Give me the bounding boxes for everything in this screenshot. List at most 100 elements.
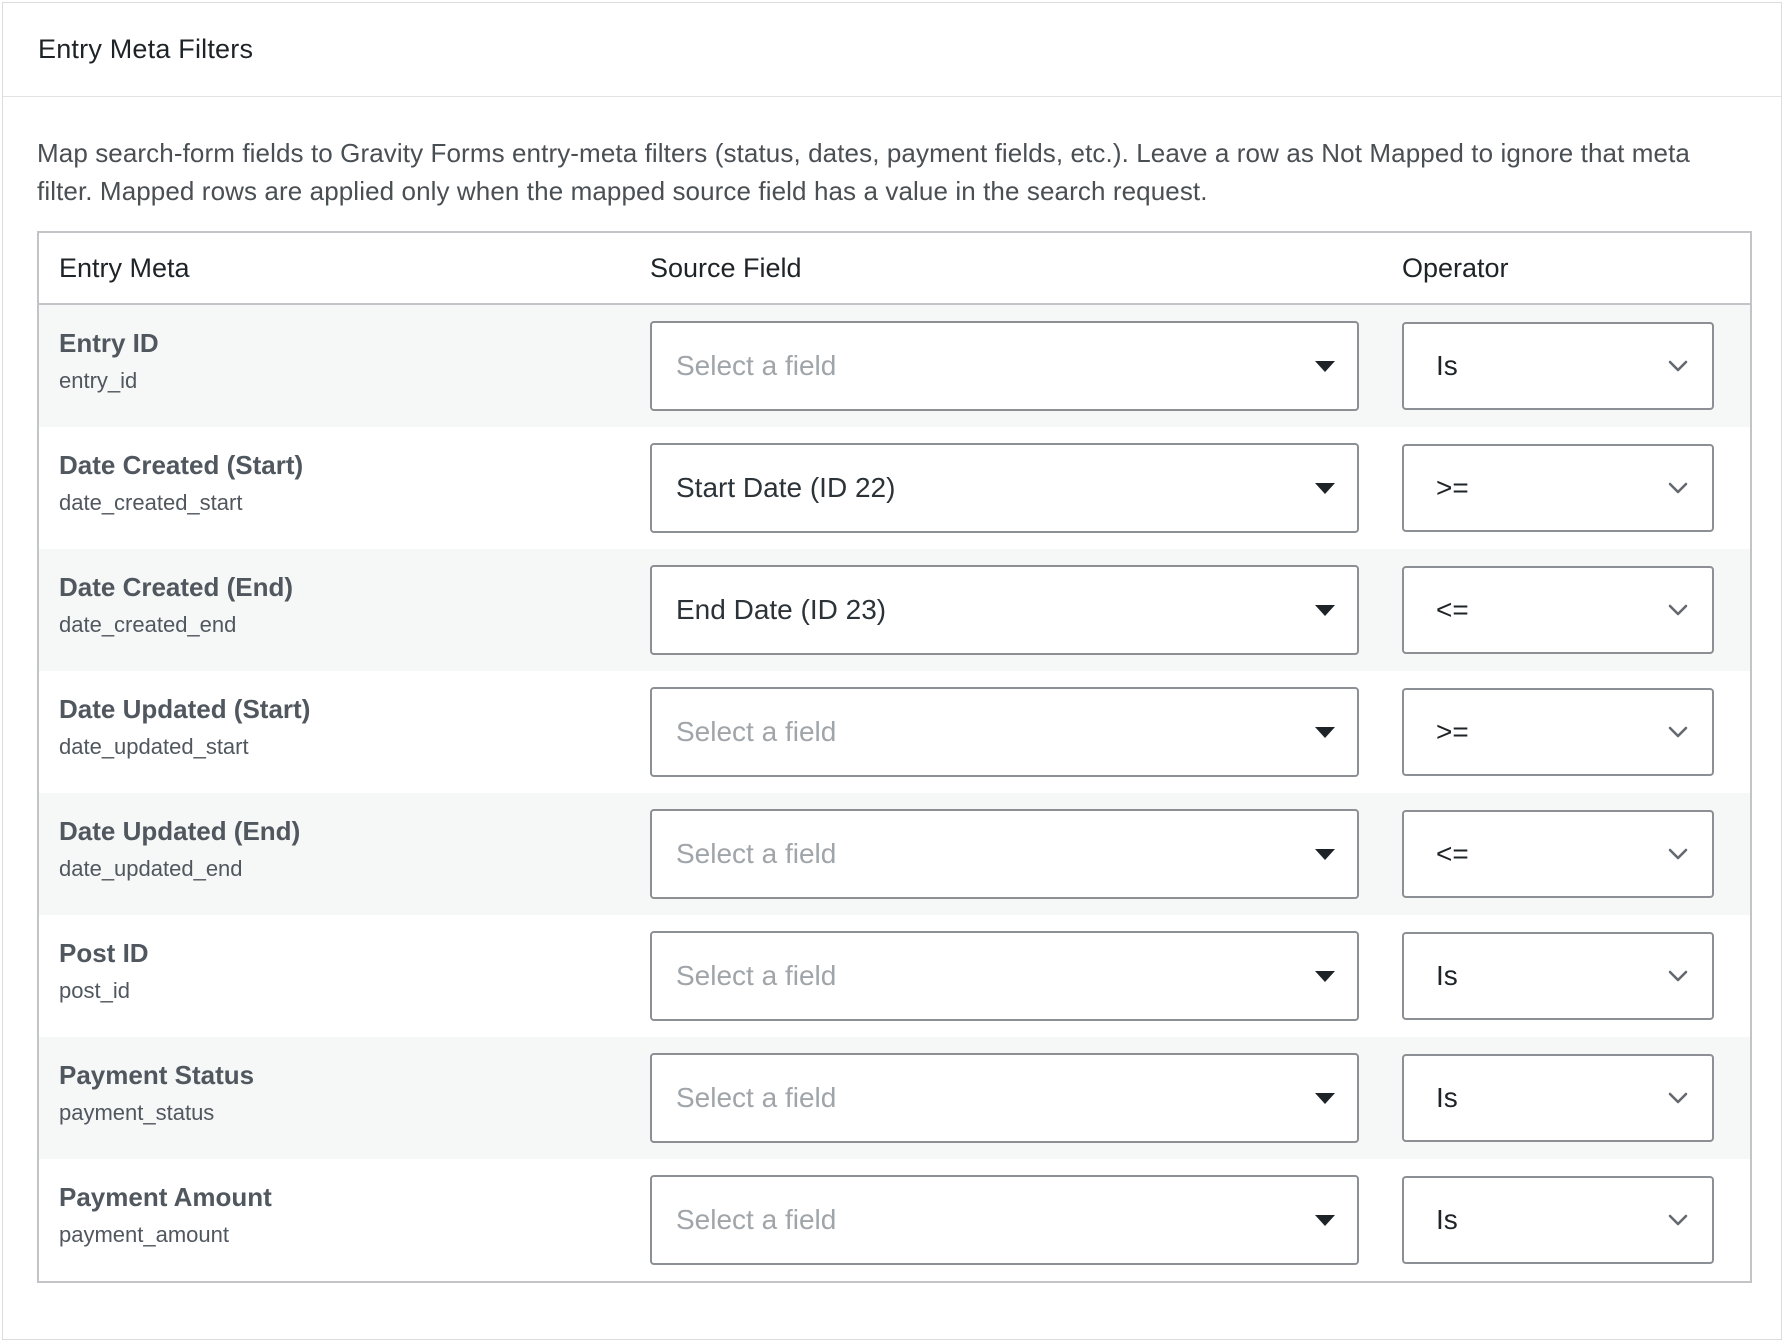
operator-cell: <=: [1402, 566, 1750, 654]
panel-header: Entry Meta Filters: [3, 3, 1781, 97]
source-field-select[interactable]: Select a field: [650, 809, 1359, 899]
column-header-entry-meta: Entry Meta: [59, 252, 190, 283]
entry-meta-cell: Post ID post_id: [39, 915, 650, 1005]
entry-meta-cell: Entry ID entry_id: [39, 305, 650, 395]
operator-cell: Is: [1402, 1054, 1750, 1142]
table-row-date-created-end: Date Created (End) date_created_end End Da…: [39, 549, 1750, 671]
entry-meta-label: Post ID: [59, 938, 149, 968]
caret-down-icon: [1315, 1215, 1335, 1226]
operator-select[interactable]: Is: [1402, 932, 1714, 1020]
operator-value: >=: [1436, 472, 1469, 503]
caret-down-icon: [1315, 483, 1335, 494]
operator-value: >=: [1436, 716, 1469, 747]
entry-meta-label: Payment Amount: [59, 1182, 272, 1212]
chevron-down-icon: [1668, 1214, 1688, 1226]
panel-title: Entry Meta Filters: [38, 34, 254, 64]
source-field-placeholder: Select a field: [676, 716, 837, 747]
caret-down-icon: [1315, 361, 1335, 372]
table-row-date-created-start: Date Created (Start) date_created_start St…: [39, 427, 1750, 549]
source-field-placeholder: Select a field: [676, 1082, 837, 1113]
operator-value: Is: [1436, 960, 1458, 991]
table-row-date-updated-start: Date Updated (Start) date_updated_start Se…: [39, 671, 1750, 793]
source-field-cell: Select a field: [650, 321, 1402, 411]
column-header-source-field: Source Field: [650, 252, 802, 283]
operator-value: <=: [1436, 594, 1469, 625]
source-field-select[interactable]: Select a field: [650, 931, 1359, 1021]
caret-down-icon: [1315, 727, 1335, 738]
chevron-down-icon: [1668, 848, 1688, 860]
entry-meta-key: date_created_start: [59, 490, 243, 515]
operator-value: <=: [1436, 838, 1469, 869]
operator-cell: >=: [1402, 444, 1750, 532]
caret-down-icon: [1315, 971, 1335, 982]
source-field-cell: Select a field: [650, 1053, 1402, 1143]
entry-meta-cell: Date Created (End) date_created_end: [39, 549, 650, 639]
entry-meta-label: Date Created (End): [59, 572, 294, 602]
source-field-select[interactable]: Select a field: [650, 1053, 1359, 1143]
chevron-down-icon: [1668, 970, 1688, 982]
table-body: Entry ID entry_id Select a field Is Date Cre…: [39, 305, 1750, 1281]
entry-meta-key: date_created_end: [59, 612, 237, 637]
entry-meta-label: Date Updated (Start): [59, 694, 311, 724]
source-field-select[interactable]: Select a field: [650, 1175, 1359, 1265]
source-field-cell: Select a field: [650, 931, 1402, 1021]
table-row-payment-status: Payment Status payment_status Select a fie…: [39, 1037, 1750, 1159]
source-field-cell: Select a field: [650, 809, 1402, 899]
entry-meta-label: Payment Status: [59, 1060, 255, 1090]
entry-meta-label: Date Updated (End): [59, 816, 301, 846]
caret-down-icon: [1315, 1093, 1335, 1104]
table-header-row: Entry Meta Source Field Operator: [39, 233, 1750, 305]
operator-value: Is: [1436, 350, 1458, 381]
source-field-cell: Start Date (ID 22): [650, 443, 1402, 533]
chevron-down-icon: [1668, 360, 1688, 372]
chevron-down-icon: [1668, 604, 1688, 616]
operator-cell: Is: [1402, 322, 1750, 410]
source-field-placeholder: Select a field: [676, 1204, 837, 1235]
entry-meta-label: Entry ID: [59, 328, 159, 358]
source-field-cell: Select a field: [650, 1175, 1402, 1265]
operator-select[interactable]: <=: [1402, 810, 1714, 898]
caret-down-icon: [1315, 605, 1335, 616]
entry-meta-key: post_id: [59, 978, 130, 1003]
column-header-operator: Operator: [1402, 252, 1509, 283]
chevron-down-icon: [1668, 726, 1688, 738]
entry-meta-label: Date Created (Start): [59, 450, 304, 480]
entry-meta-key: payment_amount: [59, 1222, 229, 1247]
source-field-value: End Date (ID 23): [676, 594, 887, 625]
source-field-select[interactable]: End Date (ID 23): [650, 565, 1359, 655]
source-field-select[interactable]: Select a field: [650, 321, 1359, 411]
source-field-cell: Select a field: [650, 687, 1402, 777]
source-field-placeholder: Select a field: [676, 838, 837, 869]
panel-description: Map search-form fields to Gravity Forms …: [37, 138, 1690, 206]
operator-select[interactable]: >=: [1402, 444, 1714, 532]
operator-select[interactable]: Is: [1402, 322, 1714, 410]
operator-select[interactable]: Is: [1402, 1176, 1714, 1264]
operator-select[interactable]: <=: [1402, 566, 1714, 654]
entry-meta-key: date_updated_start: [59, 734, 249, 759]
entry-meta-key: date_updated_end: [59, 856, 243, 881]
caret-down-icon: [1315, 849, 1335, 860]
operator-cell: >=: [1402, 688, 1750, 776]
table-row-post-id: Post ID post_id Select a field Is: [39, 915, 1750, 1037]
source-field-placeholder: Select a field: [676, 960, 837, 991]
table-row-date-updated-end: Date Updated (End) date_updated_end Select…: [39, 793, 1750, 915]
source-field-select[interactable]: Select a field: [650, 687, 1359, 777]
operator-cell: Is: [1402, 932, 1750, 1020]
entry-meta-filters-panel: Entry Meta Filters Map search-form field…: [2, 2, 1782, 1340]
table-row-entry-id: Entry ID entry_id Select a field Is: [39, 305, 1750, 427]
source-field-cell: End Date (ID 23): [650, 565, 1402, 655]
source-field-select[interactable]: Start Date (ID 22): [650, 443, 1359, 533]
operator-cell: <=: [1402, 810, 1750, 898]
panel-body: Map search-form fields to Gravity Forms …: [3, 134, 1781, 1283]
source-field-placeholder: Select a field: [676, 350, 837, 381]
table-row-payment-amount: Payment Amount payment_amount Select a fie…: [39, 1159, 1750, 1281]
entry-meta-key: entry_id: [59, 368, 138, 393]
chevron-down-icon: [1668, 1092, 1688, 1104]
entry-meta-cell: Payment Amount payment_amount: [39, 1159, 650, 1249]
operator-select[interactable]: Is: [1402, 1054, 1714, 1142]
entry-meta-cell: Date Created (Start) date_created_start: [39, 427, 650, 517]
source-field-value: Start Date (ID 22): [676, 472, 896, 503]
operator-value: Is: [1436, 1204, 1458, 1235]
operator-select[interactable]: >=: [1402, 688, 1714, 776]
operator-cell: Is: [1402, 1176, 1750, 1264]
